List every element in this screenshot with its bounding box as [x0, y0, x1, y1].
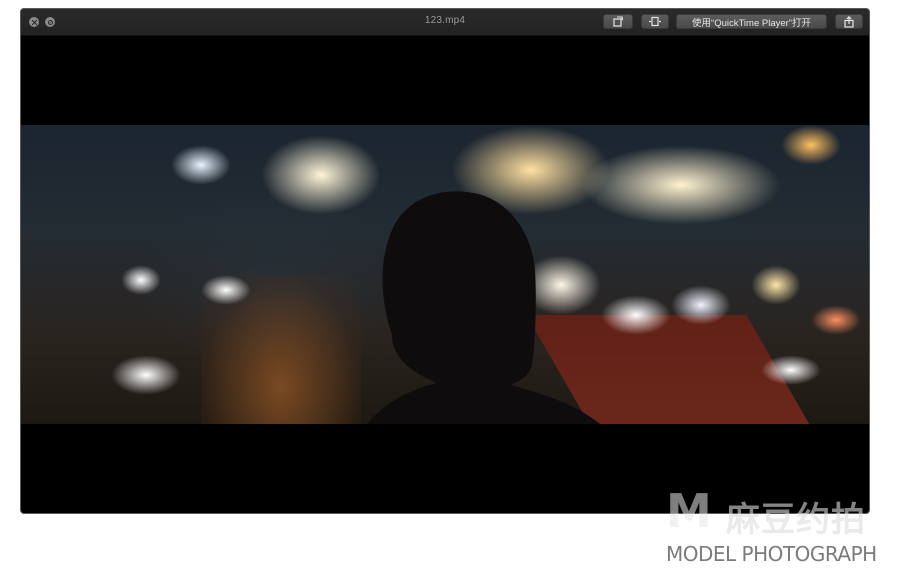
bokeh-light — [761, 355, 821, 385]
watermark-logo: M — [666, 484, 712, 538]
bokeh-light — [781, 125, 841, 165]
video-frame[interactable] — [21, 125, 869, 424]
bokeh-light — [751, 265, 801, 305]
bokeh-light — [811, 305, 861, 335]
bokeh-light — [121, 265, 161, 295]
watermark: M 麻豆约拍 MODEL PHOTOGRAPH — [666, 484, 890, 568]
open-with-quicktime-button[interactable]: 使用“QuickTime Player”打开 — [676, 14, 827, 29]
rotate-button[interactable] — [603, 14, 633, 29]
person-silhouette — [367, 191, 600, 424]
bokeh-light — [171, 145, 231, 185]
bokeh-light — [671, 285, 731, 325]
watermark-chinese-text: 麻豆约拍 — [726, 500, 866, 540]
bokeh-light — [201, 275, 251, 305]
share-button[interactable] — [835, 14, 863, 29]
quicklook-window: 123.mp4 使用“QuickTime Player”打开 — [20, 8, 870, 514]
watermark-english-text: MODEL PHOTOGRAPH — [666, 542, 877, 566]
trim-button[interactable] — [641, 14, 669, 29]
title-bar[interactable]: 123.mp4 使用“QuickTime Player”打开 — [21, 9, 869, 36]
bokeh-light — [111, 355, 181, 395]
trim-icon — [649, 16, 661, 27]
share-icon — [844, 15, 854, 28]
rotate-icon — [613, 16, 623, 27]
